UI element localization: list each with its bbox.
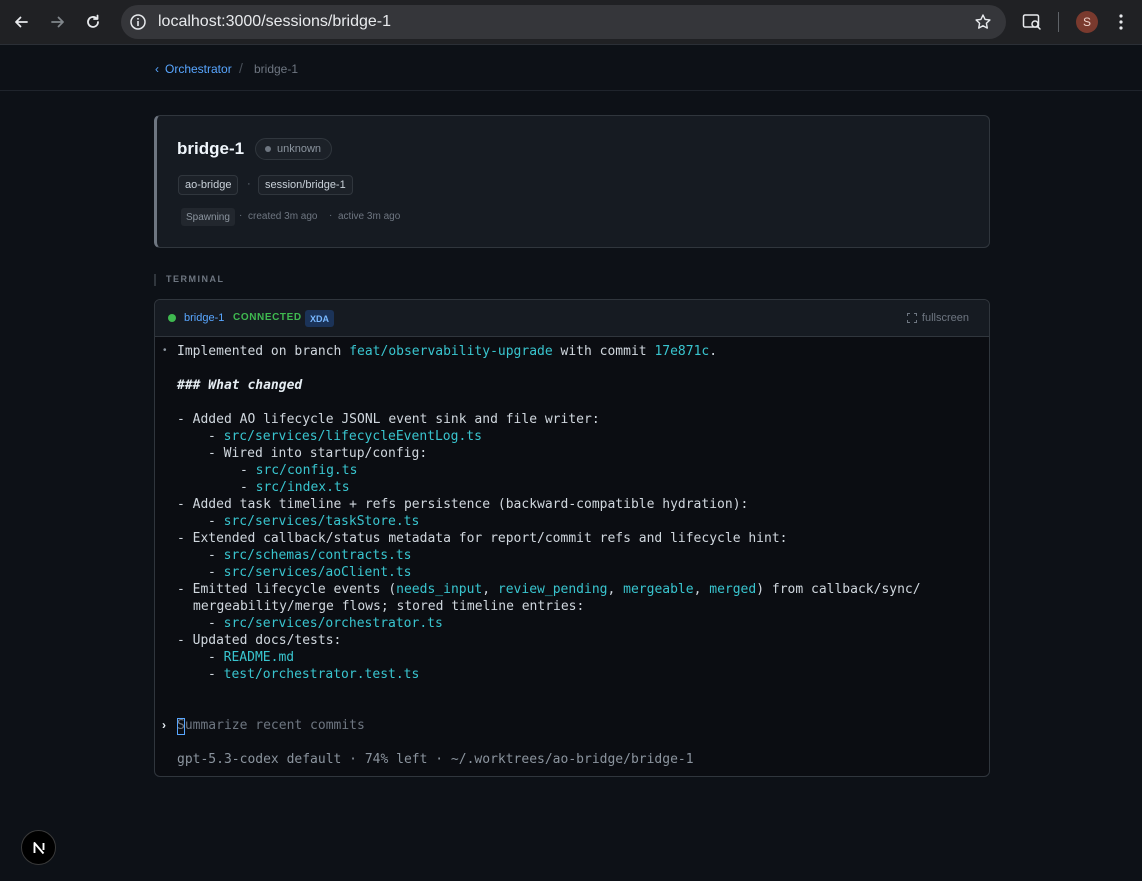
- file-path: src/config.ts: [255, 463, 358, 478]
- project-tag[interactable]: ao-bridge: [178, 175, 239, 195]
- file-path: README.md: [223, 650, 295, 665]
- browser-toolbar: localhost:3000/sessions/bridge-1 S: [0, 0, 1142, 45]
- prompt-chevron-icon: ›: [162, 718, 166, 732]
- branch-name: feat/observability-upgrade: [349, 344, 553, 359]
- expand-icon: [906, 313, 917, 323]
- forward-arrow-icon[interactable]: [46, 10, 70, 34]
- text-segment: ,: [482, 582, 498, 597]
- breadcrumb-separator: /: [239, 60, 243, 76]
- address-url: localhost:3000/sessions/bridge-1: [158, 13, 392, 30]
- status-label: unknown: [277, 143, 322, 155]
- meta-separator: ·: [329, 210, 333, 221]
- session-title: bridge-1: [177, 139, 245, 158]
- terminal-panel[interactable]: bridge-1 CONNECTED XDA fullscreen • Impl…: [154, 299, 990, 777]
- bookmark-star-icon[interactable]: [974, 13, 992, 31]
- menu-kebab-icon[interactable]: [1111, 10, 1131, 34]
- reload-icon[interactable]: [81, 10, 105, 34]
- terminal-heading: ### What changed: [177, 378, 303, 393]
- terminal-line: Implemented on branch feat/observability…: [177, 344, 717, 359]
- toolbar-divider: [1058, 12, 1059, 32]
- xda-badge: XDA: [305, 310, 335, 327]
- status-badge: unknown: [255, 138, 333, 160]
- event-name: merged: [709, 582, 757, 597]
- text-segment: ,: [693, 582, 710, 597]
- terminal-status-footer: gpt-5.3-codex default · 74% left · ~/.wo…: [177, 752, 694, 767]
- profile-avatar[interactable]: S: [1076, 11, 1098, 33]
- text-segment: Implemented on branch: [177, 344, 350, 359]
- fullscreen-label: fullscreen: [921, 312, 969, 324]
- address-bar[interactable]: localhost:3000/sessions/bridge-1: [121, 5, 1006, 39]
- terminal-line: - test/orchestrator.test.ts: [208, 667, 420, 682]
- active-time: active 3m ago: [338, 211, 401, 222]
- breadcrumb-current: bridge-1: [254, 62, 299, 76]
- status-dot-icon: [265, 146, 271, 152]
- branch-tag[interactable]: session/bridge-1: [258, 175, 353, 195]
- output-bullet: •: [163, 345, 167, 356]
- text-segment: ) from callback/sync/: [756, 582, 921, 597]
- connection-status: CONNECTED: [233, 312, 302, 323]
- terminal-line: - Updated docs/tests:: [177, 633, 342, 648]
- session-card: bridge-1 unknown ao-bridge · session/bri…: [154, 115, 990, 248]
- terminal-line: mergeability/merge flows; stored timelin…: [193, 599, 585, 614]
- breadcrumb-parent-label: Orchestrator: [165, 62, 232, 76]
- prompt-input[interactable]: Summarize recent commits: [177, 718, 365, 733]
- event-name: mergeable: [623, 582, 694, 597]
- terminal-line: - src/index.ts: [240, 480, 350, 495]
- file-path: src/services/lifecycleEventLog.ts: [223, 429, 482, 444]
- site-info-icon[interactable]: [129, 13, 147, 31]
- terminal-line: - src/services/aoClient.ts: [208, 565, 412, 580]
- terminal-header: bridge-1 CONNECTED XDA fullscreen: [155, 300, 989, 337]
- event-name: needs_input: [396, 582, 483, 597]
- terminal-line: - Extended callback/status metadata for …: [177, 531, 788, 546]
- breadcrumb-back-link[interactable]: ‹ Orchestrator: [155, 62, 232, 76]
- terminal-line: - Added task timeline + refs persistence…: [177, 497, 749, 512]
- terminal-line: - Emitted lifecycle events (needs_input,…: [177, 582, 921, 597]
- file-path: src/schemas/contracts.ts: [223, 548, 412, 563]
- event-name: review_pending: [497, 582, 608, 597]
- file-path: src/services/aoClient.ts: [223, 565, 412, 580]
- back-arrow-icon[interactable]: [9, 10, 33, 34]
- activity-badge: Spawning: [181, 208, 235, 226]
- terminal-session-name: bridge-1: [184, 312, 225, 324]
- meta-separator: ·: [239, 210, 243, 221]
- nextjs-logo-icon: [33, 841, 44, 854]
- created-time: created 3m ago: [248, 211, 318, 222]
- connection-dot-icon: [168, 314, 176, 322]
- tag-separator: ·: [247, 178, 251, 190]
- terminal-line: - src/services/taskStore.ts: [208, 514, 420, 529]
- terminal-line: - src/services/lifecycleEventLog.ts: [208, 429, 482, 444]
- terminal-line: - Wired into startup/config:: [208, 446, 428, 461]
- file-path: src/index.ts: [255, 480, 350, 495]
- terminal-line: - src/schemas/contracts.ts: [208, 548, 412, 563]
- text-segment: with commit: [552, 344, 655, 359]
- file-path: test/orchestrator.test.ts: [223, 667, 420, 682]
- chevron-left-icon: ‹: [155, 62, 159, 76]
- text-segment: ,: [607, 582, 624, 597]
- terminal-section-label: TERMINAL: [154, 274, 225, 286]
- tab-search-icon[interactable]: [1020, 10, 1044, 34]
- file-path: src/services/taskStore.ts: [223, 514, 420, 529]
- fullscreen-button[interactable]: fullscreen: [906, 312, 969, 324]
- terminal-line: - src/config.ts: [240, 463, 358, 478]
- terminal-line: - Added AO lifecycle JSONL event sink an…: [177, 412, 600, 427]
- terminal-line: - src/services/orchestrator.ts: [208, 616, 443, 631]
- terminal-line: - README.md: [208, 650, 295, 665]
- commit-hash: 17e871c: [654, 344, 710, 359]
- text-segment: - Emitted lifecycle events (: [177, 582, 397, 597]
- text-segment: .: [709, 344, 718, 359]
- file-path: src/services/orchestrator.ts: [223, 616, 443, 631]
- nextjs-dev-indicator[interactable]: [21, 830, 56, 865]
